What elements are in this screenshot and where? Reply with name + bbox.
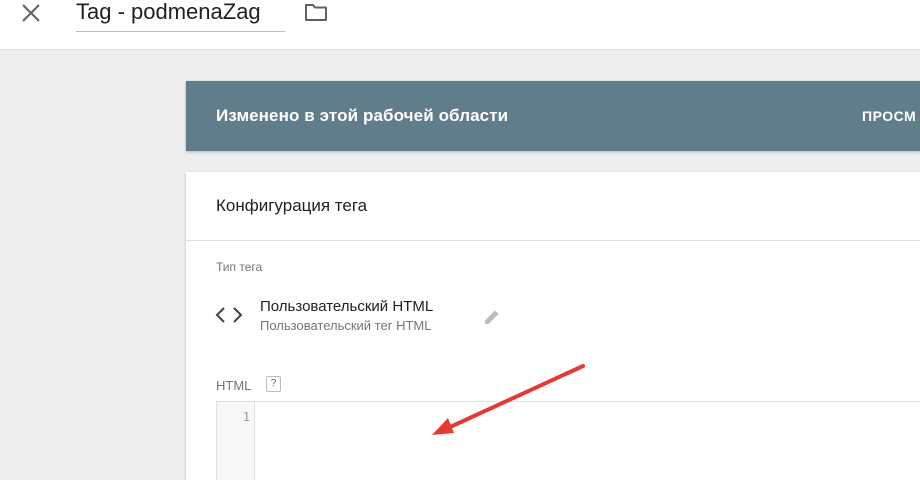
help-button[interactable]: ? xyxy=(266,376,281,392)
close-icon xyxy=(22,4,40,22)
folder-icon xyxy=(305,4,327,21)
tag-type-description: Пользовательский тег HTML xyxy=(260,318,432,333)
pencil-icon xyxy=(485,310,499,324)
html-field-label: HTML xyxy=(216,378,252,393)
top-bar: Tag - podmenaZag xyxy=(0,0,920,50)
editor-gutter: 1 xyxy=(217,402,255,480)
tag-name-input[interactable]: Tag - podmenaZag xyxy=(76,0,285,32)
code-icon xyxy=(215,307,243,323)
folder-button[interactable] xyxy=(302,0,330,24)
card-title: Конфигурация тега xyxy=(216,196,368,215)
tag-configuration-card: Конфигурация тега Тип тега Пользовательс… xyxy=(186,172,920,480)
tag-type-label: Тип тега xyxy=(216,260,263,274)
line-number: 1 xyxy=(242,410,250,424)
tag-type-name: Пользовательский HTML xyxy=(260,298,434,315)
html-code-editor: 1 xyxy=(216,401,920,480)
code-input-area[interactable] xyxy=(256,402,920,480)
edit-tag-type-button[interactable] xyxy=(480,305,504,329)
close-button[interactable] xyxy=(18,0,44,26)
workspace-change-banner: Изменено в этой рабочей области ПРОСМ xyxy=(186,81,920,151)
tag-type-selector[interactable]: Пользовательский HTML Пользовательский т… xyxy=(214,294,514,336)
card-header: Конфигурация тега xyxy=(186,172,920,241)
banner-text: Изменено в этой рабочей области xyxy=(216,106,509,125)
banner-view-button[interactable]: ПРОСМ xyxy=(862,108,916,124)
